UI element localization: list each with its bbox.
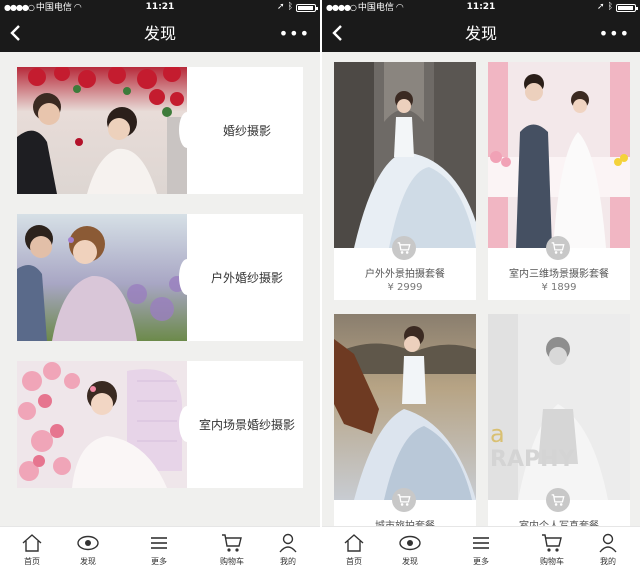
status-bar: ●●●●○ 中国电信 ◠ 11:21 ➚ ᛒ	[322, 0, 640, 15]
discover-screen-products: ●●●●○ 中国电信 ◠ 11:21 ➚ ᛒ 发现 ••• 户外外景拍摄套餐 ¥…	[320, 0, 640, 569]
eye-icon	[77, 535, 99, 551]
tab-label: 发现	[402, 557, 418, 566]
category-card-outdoor[interactable]: 户外婚纱摄影	[17, 214, 303, 341]
category-photo	[17, 67, 187, 194]
card-notch	[179, 112, 195, 148]
status-time: 11:21	[145, 2, 175, 12]
tab-label: 首页	[24, 557, 40, 566]
tab-label: 购物车	[220, 557, 244, 566]
more-options-button[interactable]: •••	[599, 15, 630, 52]
menu-icon	[473, 537, 489, 549]
tab-label: 我的	[600, 557, 616, 566]
tab-bar: 首页 发现 更多 购物车 我的	[0, 526, 320, 569]
tab-label: 首页	[346, 557, 362, 566]
tab-discover[interactable]: 发现	[68, 527, 108, 569]
status-time: 11:21	[466, 2, 496, 12]
card-notch	[179, 259, 195, 295]
bluetooth-icon: ᛒ	[287, 2, 293, 12]
product-name: 室内个人写真套餐	[488, 517, 630, 526]
product-price: ¥ 1899	[541, 282, 577, 293]
tab-profile[interactable]: 我的	[268, 527, 308, 569]
cart-icon	[222, 534, 242, 552]
card-notch	[179, 406, 195, 442]
tab-profile[interactable]: 我的	[588, 527, 628, 569]
location-icon: ➚	[597, 2, 605, 12]
product-card[interactable]: 城市旅拍套餐	[334, 314, 476, 526]
svg-text:RAPHY: RAPHY	[490, 447, 576, 472]
svg-text:a: a	[490, 420, 505, 448]
tab-discover[interactable]: 发现	[390, 527, 430, 569]
menu-icon	[151, 537, 167, 549]
category-photo	[17, 361, 187, 488]
cart-icon	[551, 242, 565, 254]
status-bar: ●●●●○ 中国电信 ◠ 11:21 ➚ ᛒ	[0, 0, 320, 15]
nav-bar: 发现 •••	[322, 15, 640, 52]
tab-label: 发现	[80, 557, 96, 566]
product-photo	[488, 62, 630, 248]
tab-label: 更多	[473, 557, 489, 566]
tab-more[interactable]: 更多	[139, 527, 179, 569]
page-title: 发现	[143, 24, 176, 43]
add-to-cart-button[interactable]	[546, 488, 570, 512]
more-options-button[interactable]: •••	[279, 15, 310, 52]
product-grid: 户外外景拍摄套餐 ¥ 2999 室内三维场景摄影套餐 ¥ 1899 a RAPH…	[322, 52, 640, 526]
eye-icon	[399, 535, 421, 551]
product-name: 室内三维场景摄影套餐	[509, 269, 609, 280]
tab-home[interactable]: 首页	[12, 527, 52, 569]
cart-icon	[397, 242, 411, 254]
tab-home[interactable]: 首页	[334, 527, 374, 569]
tab-cart[interactable]: 购物车	[212, 527, 252, 569]
cart-icon	[542, 534, 562, 552]
category-card-wedding[interactable]: 婚纱摄影	[17, 67, 303, 194]
product-card[interactable]: 室内三维场景摄影套餐 ¥ 1899	[488, 62, 630, 300]
category-list: 婚纱摄影 户外婚纱摄影 室内场景婚纱摄影	[0, 52, 320, 526]
product-photo	[334, 314, 476, 500]
product-photo: a RAPHY	[488, 314, 630, 500]
product-price: ¥ 2999	[387, 282, 423, 293]
cart-icon	[397, 494, 411, 506]
bluetooth-icon: ᛒ	[607, 2, 613, 12]
product-name: 城市旅拍套餐	[334, 517, 476, 526]
category-label: 婚纱摄影	[222, 123, 271, 138]
tab-label: 更多	[151, 557, 167, 566]
tab-bar: 首页 发现 更多 购物车 我的	[322, 526, 640, 569]
nav-bar: 发现 •••	[0, 15, 320, 52]
battery-icon	[296, 3, 318, 12]
tab-label: 购物车	[540, 557, 564, 566]
category-label: 室内场景婚纱摄影	[198, 417, 295, 432]
tab-cart[interactable]: 购物车	[532, 527, 572, 569]
home-icon	[22, 534, 42, 552]
product-photo	[334, 62, 476, 248]
location-icon: ➚	[277, 2, 285, 12]
discover-screen-categories: ●●●●○ 中国电信 ◠ 11:21 ➚ ᛒ 发现 ••• 婚纱摄影 户外婚纱摄…	[0, 0, 320, 569]
tab-label: 我的	[280, 557, 296, 566]
home-icon	[344, 534, 364, 552]
add-to-cart-button[interactable]	[392, 488, 416, 512]
user-icon	[279, 533, 297, 553]
category-photo	[17, 214, 187, 341]
product-card[interactable]: 户外外景拍摄套餐 ¥ 2999	[334, 62, 476, 300]
product-name: 户外外景拍摄套餐	[365, 269, 445, 280]
tab-more[interactable]: 更多	[461, 527, 501, 569]
category-label: 户外婚纱摄影	[210, 270, 283, 285]
category-card-indoor[interactable]: 室内场景婚纱摄影	[17, 361, 303, 488]
product-card[interactable]: a RAPHY 室内个人写真套餐	[488, 314, 630, 526]
add-to-cart-button[interactable]	[546, 236, 570, 260]
battery-icon	[616, 3, 638, 12]
add-to-cart-button[interactable]	[392, 236, 416, 260]
cart-icon	[551, 494, 565, 506]
page-title: 发现	[464, 24, 497, 43]
user-icon	[599, 533, 617, 553]
